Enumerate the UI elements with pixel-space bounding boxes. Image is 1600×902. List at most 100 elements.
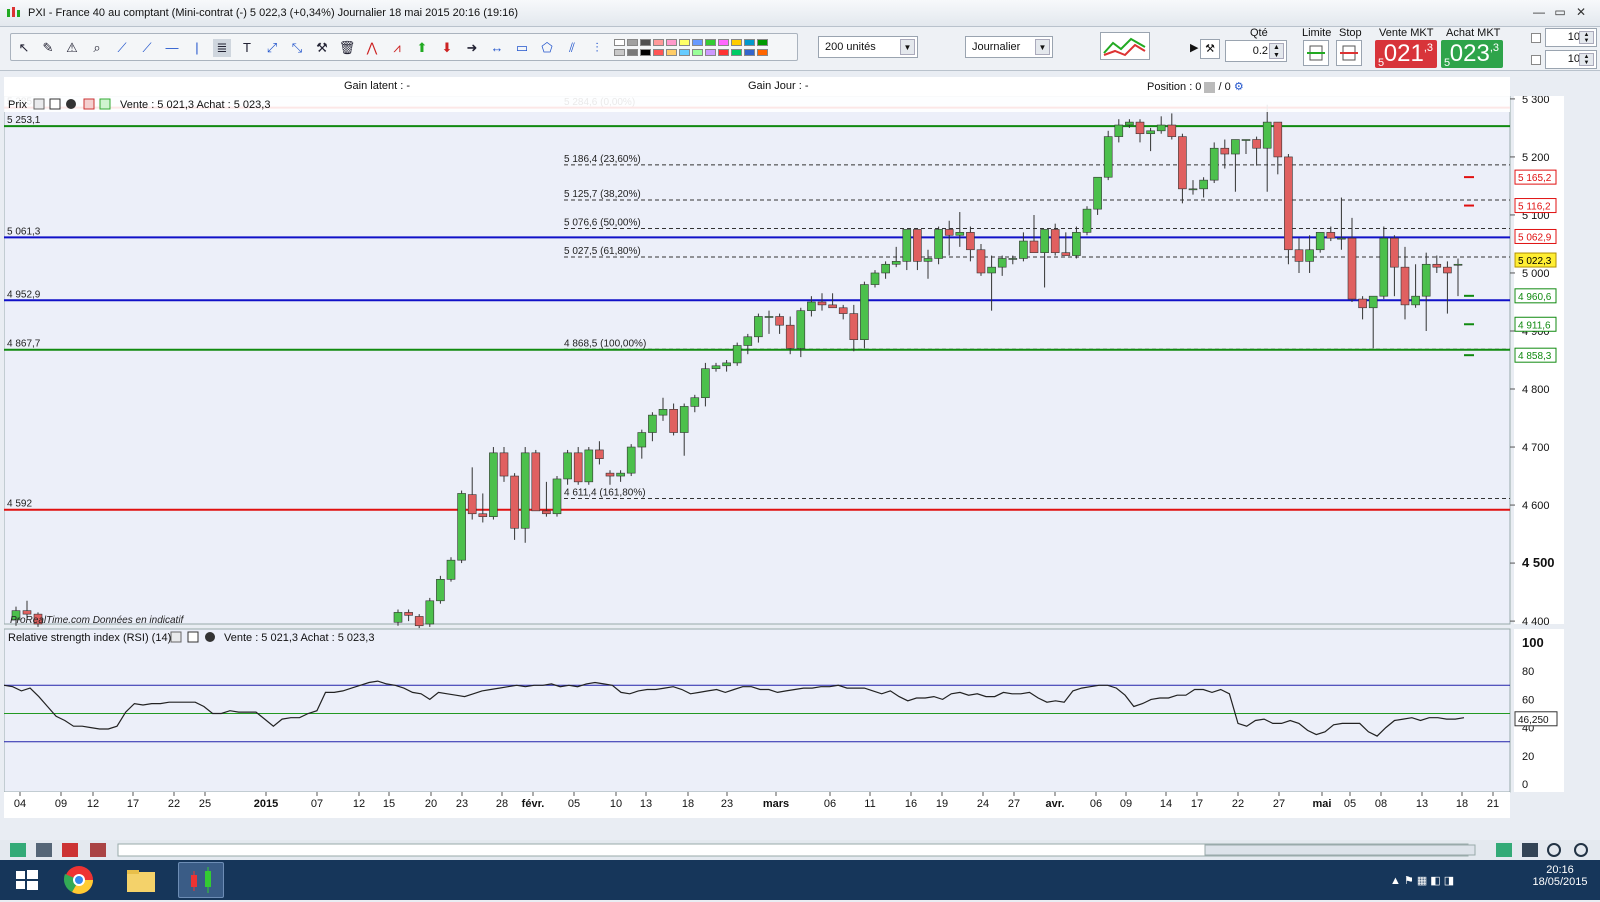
stepper-icon[interactable]: ▲ ▼ xyxy=(1579,53,1594,66)
expand-icon[interactable]: ▶ xyxy=(1190,41,1198,54)
color-swatch[interactable] xyxy=(692,49,703,56)
clock[interactable]: 20:16 18/05/2015 xyxy=(1530,864,1590,888)
zoom-out-icon[interactable] xyxy=(1547,843,1561,857)
chart-type-icon[interactable] xyxy=(10,843,26,857)
o-input[interactable]: 10 ▲ ▼ xyxy=(1545,50,1597,69)
zoom-icon[interactable]: ⌕ xyxy=(88,39,106,57)
minimize-button[interactable]: — xyxy=(1530,5,1548,20)
zoom-fit-icon[interactable] xyxy=(1496,843,1512,857)
color-swatch[interactable] xyxy=(731,39,742,46)
settings-icon[interactable]: ⚒ xyxy=(1200,39,1220,59)
hline-label: 5 253,1 xyxy=(7,115,41,126)
color-swatch[interactable] xyxy=(718,49,729,56)
candle-body xyxy=(22,610,32,615)
color-swatch[interactable] xyxy=(627,39,638,46)
start-button[interactable] xyxy=(4,862,50,898)
account-info-bar: Gain latent : - Gain Jour : - Position :… xyxy=(4,77,1510,96)
zoom-all-icon[interactable] xyxy=(1522,843,1538,857)
pencil-icon[interactable]: ✎ xyxy=(39,39,57,57)
period-select[interactable]: Journalier ▼ xyxy=(965,36,1053,58)
color-swatch[interactable] xyxy=(744,49,755,56)
color-swatch[interactable] xyxy=(757,39,768,46)
scroll-controls xyxy=(10,843,1588,857)
text-icon[interactable]: T xyxy=(238,39,256,57)
limite-button[interactable] xyxy=(1303,40,1329,66)
polygon-icon[interactable]: ⬠ xyxy=(538,39,556,57)
color-swatch[interactable] xyxy=(731,49,742,56)
vente-mkt-button[interactable]: 5 021,3 xyxy=(1375,40,1437,69)
x-tick-label: 16 xyxy=(905,798,917,810)
fan-icon[interactable]: ⤡ xyxy=(288,39,306,57)
color-swatch[interactable] xyxy=(666,39,677,46)
crosshair-icon[interactable] xyxy=(36,843,52,857)
candle-body xyxy=(637,432,647,448)
alarm-icon[interactable]: ⚠ xyxy=(63,39,81,57)
s-input[interactable]: 10 ▲ ▼ xyxy=(1545,28,1597,47)
chrome-taskbar-item[interactable] xyxy=(56,862,102,898)
color-swatch[interactable] xyxy=(666,49,677,56)
ray-icon[interactable]: ⟋ xyxy=(138,39,156,57)
restore-button[interactable]: ▭ xyxy=(1551,5,1569,20)
candle-body xyxy=(976,249,986,274)
vline-icon[interactable]: | xyxy=(188,39,206,57)
color-palette[interactable] xyxy=(614,37,774,59)
color-swatch[interactable] xyxy=(614,49,625,56)
arrow-down-icon[interactable]: ⬇ xyxy=(438,39,456,57)
color-swatch[interactable] xyxy=(640,49,651,56)
color-swatch[interactable] xyxy=(679,49,690,56)
color-swatch[interactable] xyxy=(718,39,729,46)
arrow-up-icon[interactable]: ⬆ xyxy=(413,39,431,57)
gear-icon[interactable]: ⚙ xyxy=(1234,81,1244,93)
color-swatch[interactable] xyxy=(705,49,716,56)
close-button[interactable]: ✕ xyxy=(1572,5,1590,20)
color-swatch[interactable] xyxy=(705,39,716,46)
stop-button[interactable] xyxy=(1336,40,1362,66)
color-swatch[interactable] xyxy=(679,39,690,46)
x-tick-label: 2015 xyxy=(254,798,278,810)
prorealtime-taskbar-item[interactable] xyxy=(178,862,224,898)
o-checkbox[interactable] xyxy=(1531,55,1541,66)
candle-body xyxy=(785,324,795,349)
hline-icon[interactable]: — xyxy=(163,39,181,57)
candle-body xyxy=(1241,139,1251,141)
pointer-icon[interactable]: ↖ xyxy=(15,39,33,57)
color-swatch[interactable] xyxy=(653,39,664,46)
chart-canvas[interactable]: 5 3005 2005 1005 0004 9004 8004 7004 600… xyxy=(3,94,1564,822)
fibonacci-icon[interactable]: ≣ xyxy=(213,39,231,57)
color-swatch[interactable] xyxy=(653,49,664,56)
chart-area[interactable]: 5 300 5 200 5 100 5 000 4 900 4 800 4 700 4 600… xyxy=(3,94,1564,822)
hline-label: 4 952,9 xyxy=(7,289,41,300)
tray-icons[interactable]: ▲ ⚑ ▦ ◧ ◨ xyxy=(1390,874,1454,887)
indicator-button[interactable] xyxy=(1100,32,1150,60)
color-swatch[interactable] xyxy=(640,39,651,46)
tools-icon[interactable]: ⚒ xyxy=(313,39,331,57)
units-select[interactable]: 200 unités ▼ xyxy=(818,36,918,58)
zoom-in-icon[interactable] xyxy=(1574,843,1588,857)
zigzag-icon[interactable]: ⋀ xyxy=(363,39,381,57)
position-lock-icon[interactable] xyxy=(1204,81,1216,93)
explorer-taskbar-item[interactable] xyxy=(118,862,164,898)
arrow-right-icon[interactable]: ➜ xyxy=(463,39,481,57)
scrollbar-thumb[interactable] xyxy=(1204,844,1476,856)
trendline-icon[interactable]: ⟋ xyxy=(113,39,131,57)
color-swatch[interactable] xyxy=(744,39,755,46)
gann-icon[interactable]: ⫽ xyxy=(563,39,581,57)
objects-icon[interactable] xyxy=(90,843,106,857)
qte-input[interactable]: 0.2 ▲ ▼ xyxy=(1225,40,1287,62)
s-checkbox[interactable] xyxy=(1531,33,1541,44)
stepper-icon[interactable]: ▲ ▼ xyxy=(1579,31,1594,44)
color-swatch[interactable] xyxy=(692,39,703,46)
color-swatch[interactable] xyxy=(627,49,638,56)
achat-mkt-button[interactable]: 5 023,3 xyxy=(1441,40,1503,69)
candle-body xyxy=(1072,232,1081,256)
channel-icon[interactable]: ⤢ xyxy=(263,39,281,57)
rectangle-icon[interactable]: ▭ xyxy=(513,39,531,57)
measure-icon[interactable]: ↔ xyxy=(488,39,506,57)
color-swatch[interactable] xyxy=(614,39,625,46)
cycle-icon[interactable]: ⫶ xyxy=(588,39,606,57)
stepper-icon[interactable]: ▲ ▼ xyxy=(1269,43,1284,59)
trash-icon[interactable]: 🗑 xyxy=(338,39,356,57)
pattern-icon[interactable]: ⩘ xyxy=(388,39,406,57)
color-swatch[interactable] xyxy=(757,49,768,56)
indicators-icon[interactable] xyxy=(62,843,78,857)
